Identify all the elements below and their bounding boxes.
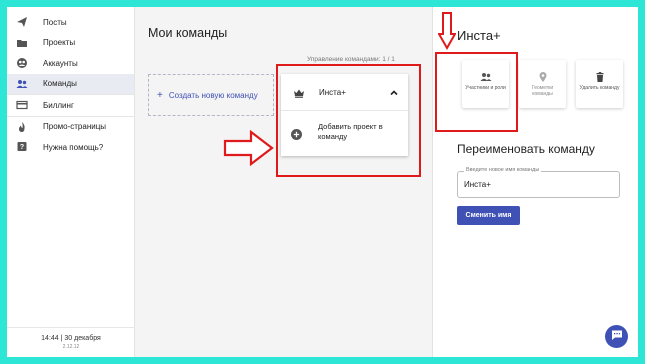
- team-geotags-button[interactable]: Геометки команды: [519, 60, 566, 108]
- sidebar-item-label: Посты: [43, 17, 67, 27]
- delete-team-button[interactable]: Удалить команду: [576, 60, 623, 108]
- clock-date: 14:44 | 30 декабря: [41, 335, 101, 342]
- team-name-field-label: Введите новое имя команды: [464, 167, 542, 173]
- rename-submit-button[interactable]: Сменить имя: [457, 206, 520, 225]
- create-team-label: Создать новую команду: [168, 90, 258, 100]
- folder-icon: [16, 37, 28, 49]
- sidebar-item-accounts[interactable]: Аккаунты: [7, 53, 134, 74]
- sidebar-footer: 14:44 | 30 декабря 2.12.12: [7, 327, 135, 357]
- chat-support-button[interactable]: [605, 325, 628, 348]
- help-icon: ?: [16, 141, 28, 153]
- svg-text:?: ?: [20, 144, 24, 151]
- arrow-right-icon: [223, 129, 274, 167]
- sidebar-item-label: Промо-страницы: [43, 122, 107, 132]
- plus-icon: +: [157, 89, 163, 101]
- sidebar-item-projects[interactable]: Проекты: [7, 33, 134, 54]
- team-settings-panel: Инста+ Участники и роли Геометки команды…: [432, 7, 638, 357]
- add-project-label: Добавить проект в команду: [318, 122, 383, 141]
- sidebar-item-label: Биллинг: [43, 100, 74, 110]
- button-label: Участники и роли: [465, 85, 506, 91]
- credit-card-icon: [16, 99, 28, 111]
- team-card: Инста+ Добавить проект в команду: [281, 74, 408, 156]
- team-name-input[interactable]: [464, 180, 614, 189]
- panel-title: Инста+: [457, 28, 501, 43]
- add-project-button[interactable]: Добавить проект в команду: [281, 111, 408, 142]
- team-quota-label: Управление командами: 1 / 1: [307, 56, 395, 63]
- members-roles-button[interactable]: Участники и роли: [462, 60, 509, 108]
- sidebar-item-billing[interactable]: Биллинг: [7, 95, 134, 116]
- sidebar-item-label: Проекты: [43, 38, 76, 48]
- sidebar: Посты Проекты Аккаунты Команды Биллинг П…: [7, 7, 135, 357]
- sidebar-item-posts[interactable]: Посты: [7, 12, 134, 33]
- flame-icon: [16, 121, 28, 133]
- page-title: Мои команды: [148, 26, 228, 40]
- team-card-header[interactable]: Инста+: [281, 74, 408, 111]
- app-window: Посты Проекты Аккаунты Команды Биллинг П…: [7, 7, 638, 357]
- sidebar-item-label: Команды: [43, 79, 77, 89]
- main-content: Мои команды Управление командами: 1 / 1 …: [135, 7, 432, 357]
- button-label: Геометки команды: [531, 85, 554, 97]
- sidebar-item-teams[interactable]: Команды: [7, 73, 134, 94]
- sidebar-item-help[interactable]: ? Нужна помощь?: [7, 137, 134, 158]
- people-icon: [480, 70, 492, 82]
- send-icon: [16, 16, 28, 28]
- crown-icon: [293, 86, 305, 98]
- sidebar-item-promo-pages[interactable]: Промо-страницы: [7, 117, 134, 138]
- chat-icon: [611, 328, 623, 346]
- team-name-field: Введите новое имя команды: [457, 167, 620, 198]
- button-label: Удалить команду: [579, 85, 620, 91]
- account-circle-icon: [16, 57, 28, 69]
- sidebar-item-label: Нужна помощь?: [43, 142, 104, 152]
- sidebar-item-label: Аккаунты: [43, 58, 78, 68]
- app-version: 2.12.12: [62, 344, 80, 350]
- chevron-up-icon[interactable]: [388, 86, 400, 98]
- team-name: Инста+: [319, 87, 346, 97]
- create-team-button[interactable]: + Создать новую команду: [148, 74, 274, 116]
- trash-icon: [594, 70, 606, 82]
- rename-section-title: Переименовать команду: [457, 142, 595, 156]
- add-circle-icon: [291, 127, 302, 140]
- people-icon: [16, 78, 28, 90]
- arrow-down-icon: [438, 12, 456, 50]
- location-pin-icon: [537, 70, 549, 82]
